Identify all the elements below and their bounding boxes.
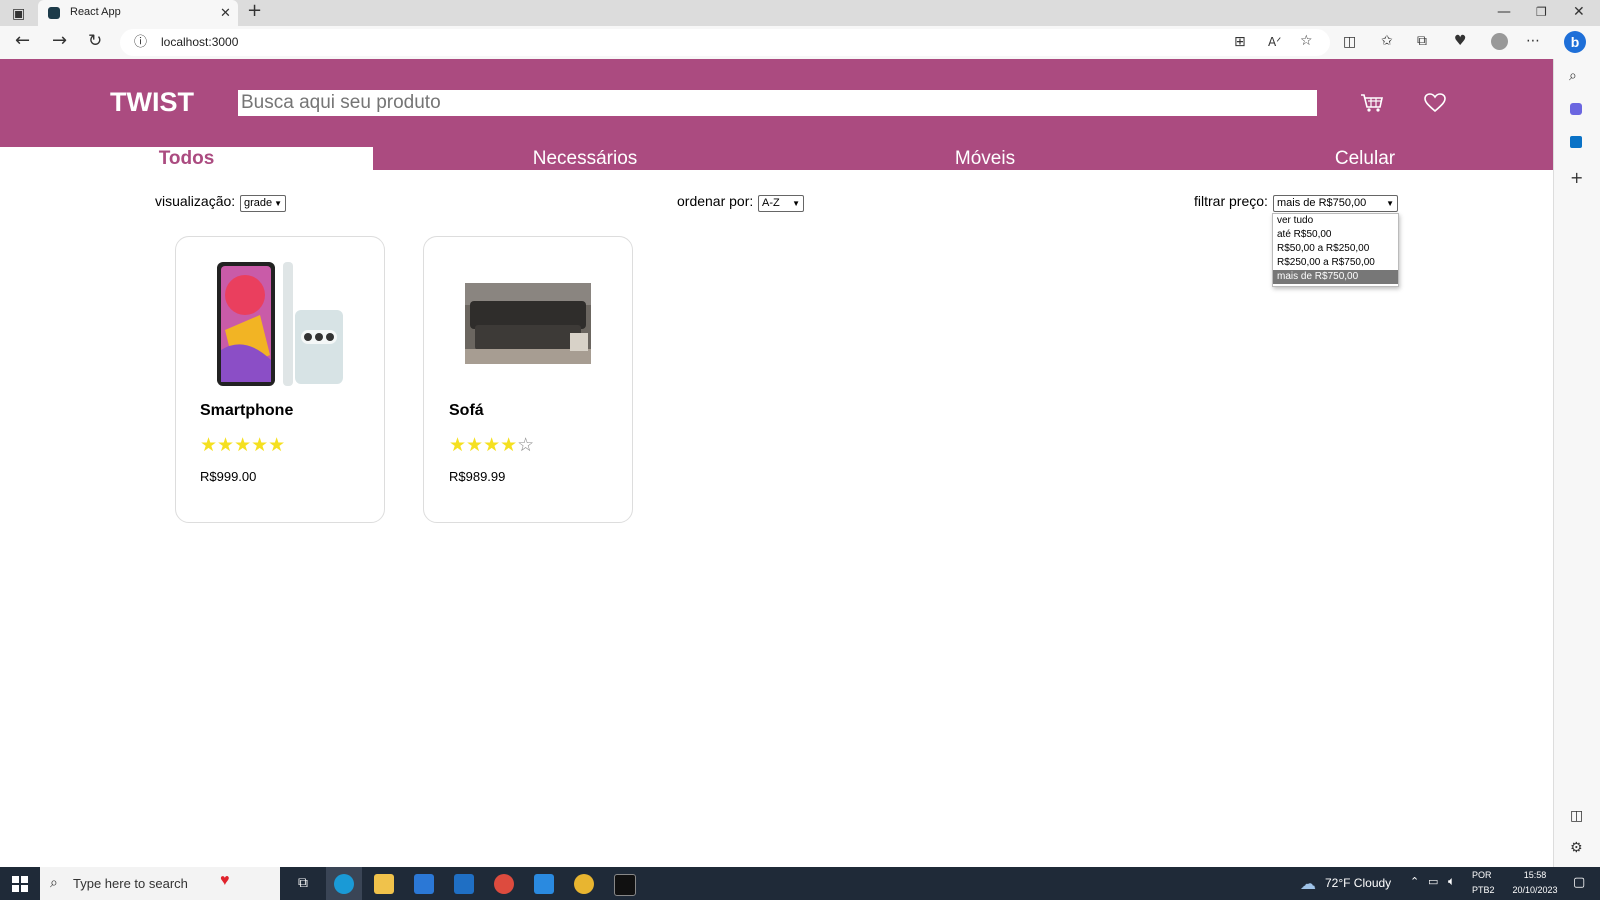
mail-icon[interactable] xyxy=(454,874,474,894)
smartphone-image xyxy=(217,262,343,386)
more-menu-icon[interactable]: ⋯ xyxy=(1526,33,1540,49)
sidebar-add-icon[interactable]: + xyxy=(1570,170,1583,186)
browser-tab-bar xyxy=(0,0,1600,26)
sort-select-value: A-Z xyxy=(762,197,780,209)
view-select-value: grade xyxy=(244,197,273,209)
volume-icon[interactable]: 🔈︎ xyxy=(1448,874,1455,889)
sidebar-tools-icon[interactable] xyxy=(1570,103,1582,115)
url-bar[interactable] xyxy=(120,29,1330,56)
new-tab-button[interactable]: + xyxy=(247,2,262,20)
tab-todos[interactable]: Todos xyxy=(0,147,373,170)
read-aloud-icon[interactable]: Aᐟ xyxy=(1268,34,1281,50)
maximize-button[interactable]: ❐ xyxy=(1536,4,1547,20)
price-filter-dropdown: ver tudo até R$50,00 R$50,00 a R$250,00 … xyxy=(1272,213,1399,287)
taskbar-search-placeholder[interactable]: Type here to search xyxy=(73,876,188,891)
sidebar-outlook-icon[interactable] xyxy=(1570,136,1582,148)
cart-icon[interactable] xyxy=(1360,93,1384,113)
language-bottom[interactable]: PTB2 xyxy=(1472,885,1495,895)
heart-icon[interactable] xyxy=(1424,93,1446,113)
sidebar-settings-icon[interactable]: ⚙ xyxy=(1570,840,1583,856)
tab-necessarios[interactable]: Necessários xyxy=(400,147,770,170)
logo[interactable]: TWIST xyxy=(110,87,194,118)
sofa-image xyxy=(465,283,591,364)
tab-actions-icon[interactable]: ▣ xyxy=(12,6,25,22)
minimize-button[interactable]: — xyxy=(1497,4,1511,20)
file-explorer-icon[interactable] xyxy=(374,874,394,894)
chevron-down-icon: ▼ xyxy=(792,199,800,208)
sort-select[interactable]: A-Z ▼ xyxy=(758,195,804,212)
network-icon[interactable]: ▭ xyxy=(1428,875,1438,888)
back-icon[interactable]: ← xyxy=(15,32,30,50)
price-select-value: mais de R$750,00 xyxy=(1277,197,1367,209)
vscode-icon[interactable] xyxy=(534,874,554,894)
favorite-star-icon[interactable]: ☆ xyxy=(1300,33,1313,49)
price-filter-label: filtrar preço: xyxy=(1194,193,1268,209)
chrome-dev-icon[interactable] xyxy=(494,874,514,894)
copilot-icon[interactable]: b xyxy=(1564,31,1586,53)
react-favicon-icon xyxy=(48,7,60,19)
profile-avatar[interactable] xyxy=(1491,33,1508,50)
sidebar-search-icon[interactable]: ⌕ xyxy=(1569,68,1577,84)
option-ver-tudo[interactable]: ver tudo xyxy=(1273,214,1398,228)
split-screen-icon[interactable]: ◫ xyxy=(1343,34,1356,50)
option-mais-750[interactable]: mais de R$750,00 xyxy=(1273,270,1398,284)
search-input[interactable] xyxy=(238,90,1317,116)
rating-stars: ★★★★★ xyxy=(200,434,286,456)
site-info-icon[interactable]: ⓘ xyxy=(134,35,147,51)
view-label: visualização: xyxy=(155,193,236,209)
clock-date[interactable]: 20/10/2023 xyxy=(1506,885,1564,895)
url-text[interactable]: localhost:3000 xyxy=(161,35,238,49)
tab-moveis[interactable]: Móveis xyxy=(800,147,1170,170)
edge-icon[interactable] xyxy=(334,874,354,894)
search-highlight-icon: ♥ xyxy=(220,872,230,889)
product-name: Smartphone xyxy=(200,402,294,419)
option-ate-50[interactable]: até R$50,00 xyxy=(1273,228,1398,242)
language-top[interactable]: POR xyxy=(1472,870,1492,880)
search-icon: ⌕ xyxy=(50,875,58,891)
notifications-icon[interactable]: ▢ xyxy=(1573,875,1585,890)
chevron-down-icon: ▼ xyxy=(1386,199,1394,208)
product-price: R$989.99 xyxy=(449,469,506,484)
tab-celular[interactable]: Celular xyxy=(1200,147,1530,170)
collections-icon[interactable]: ⧉ xyxy=(1417,33,1427,49)
reload-icon[interactable]: ↻ xyxy=(88,33,102,50)
clock-time[interactable]: 15:58 xyxy=(1512,870,1558,880)
price-filter-select[interactable]: mais de R$750,00 ▼ xyxy=(1273,195,1398,212)
forward-icon[interactable]: → xyxy=(52,32,67,50)
tray-chevron-icon[interactable]: ⌃ xyxy=(1410,875,1419,888)
rating-stars: ★★★★☆ xyxy=(449,434,535,456)
store-icon[interactable] xyxy=(414,874,434,894)
cloud-icon: ☁ xyxy=(1300,876,1316,893)
browser-essentials-icon[interactable]: ♥ xyxy=(1454,33,1467,49)
option-50-250[interactable]: R$50,00 a R$250,00 xyxy=(1273,242,1398,256)
task-view-icon[interactable]: ⧉ xyxy=(298,875,308,891)
app-available-icon[interactable]: ⊞ xyxy=(1234,34,1246,50)
product-name: Sofá xyxy=(449,402,484,419)
chevron-down-icon: ▼ xyxy=(274,199,282,208)
sidebar-layout-icon[interactable]: ◫ xyxy=(1570,808,1583,824)
product-price: R$999.00 xyxy=(200,469,257,484)
browser-tab[interactable] xyxy=(38,0,238,26)
close-tab-icon[interactable]: ✕ xyxy=(220,6,231,22)
tab-title: React App xyxy=(70,6,121,18)
close-window-button[interactable]: ✕ xyxy=(1573,4,1585,20)
sort-label: ordenar por: xyxy=(677,193,754,209)
weather-text[interactable]: 72°F Cloudy xyxy=(1325,876,1391,890)
chrome-icon[interactable] xyxy=(574,874,594,894)
favorites-icon[interactable]: ✩ xyxy=(1381,33,1393,49)
view-select[interactable]: grade ▼ xyxy=(240,195,286,212)
windows-start-icon[interactable] xyxy=(12,876,28,892)
option-250-750[interactable]: R$250,00 a R$750,00 xyxy=(1273,256,1398,270)
terminal-icon[interactable] xyxy=(614,874,636,896)
